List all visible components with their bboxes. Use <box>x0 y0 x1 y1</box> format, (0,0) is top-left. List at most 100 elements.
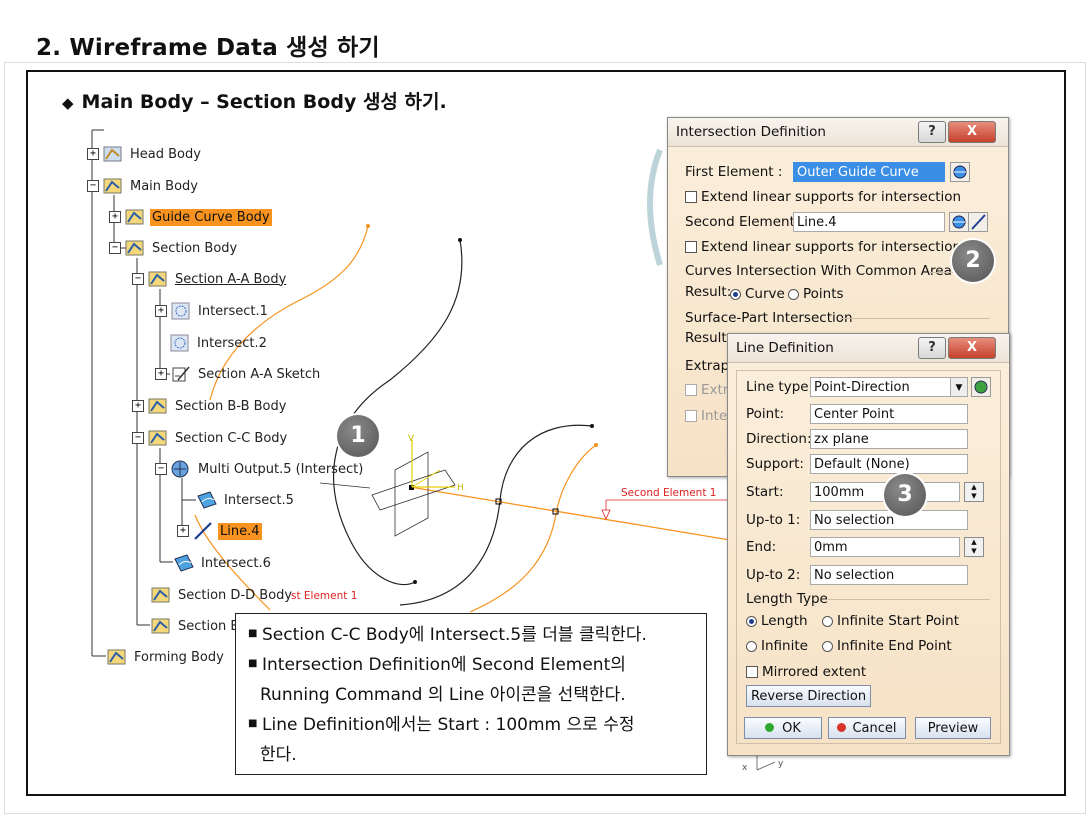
radio-icon[interactable] <box>730 288 741 300</box>
line-type-select[interactable]: Point-Direction ▼ <box>810 377 968 397</box>
preview-button[interactable]: Preview <box>915 717 991 739</box>
tree-node-intersect-2[interactable]: Intersect.2 <box>169 332 269 354</box>
checkbox-icon[interactable] <box>685 191 697 203</box>
close-button[interactable]: X <box>948 337 996 359</box>
tree-node-section-cc-body[interactable]: − Section C-C Body <box>132 427 289 449</box>
tree-node-intersect-6[interactable]: Intersect.6 <box>173 552 273 574</box>
expand-icon[interactable]: + <box>87 148 99 160</box>
tree-label: Multi Output.5 (Intersect) <box>198 461 364 477</box>
upto1-field[interactable]: No selection <box>810 510 968 530</box>
tree-node-guide-curve-body[interactable]: + Guide Curve Body <box>109 206 272 228</box>
tree-node-section-dd-body[interactable]: Section D-D Body <box>150 584 294 606</box>
intersect-icon <box>170 334 189 352</box>
body-icon <box>125 209 144 225</box>
collapse-icon[interactable]: − <box>132 273 144 285</box>
tree-label: Forming Body <box>134 649 224 665</box>
tree-label: Line.4 <box>218 522 262 540</box>
first-element-label: First Element : <box>685 164 783 180</box>
line-definition-dialog: Line Definition ? X Line type : Point-Di… <box>727 333 1010 756</box>
infinite-end-radio[interactable]: Infinite End Point <box>822 638 952 654</box>
checkbox-icon[interactable] <box>746 666 758 678</box>
help-button[interactable]: ? <box>918 121 946 143</box>
tree-node-forming-body[interactable]: Forming Body <box>106 646 226 668</box>
expand-icon[interactable]: + <box>109 211 121 223</box>
radio-icon[interactable] <box>788 288 799 300</box>
collapse-icon[interactable]: − <box>109 242 121 254</box>
tree-label: Guide Curve Body <box>150 208 272 226</box>
extend-linear-checkbox-2[interactable]: Extend linear supports for intersection <box>685 239 961 255</box>
expand-icon[interactable]: + <box>155 305 167 317</box>
axis-h-label: H <box>457 483 464 493</box>
tree-node-head-body[interactable]: + Head Body <box>87 143 203 165</box>
line-command-icon[interactable] <box>968 212 988 232</box>
direction-field[interactable]: zx plane <box>810 429 968 449</box>
multi-output-icon <box>171 460 189 478</box>
tree-node-section-aa-sketch[interactable]: + Section A-A Sketch <box>155 363 322 385</box>
length-radio[interactable]: Length <box>746 613 808 629</box>
start-stepper[interactable]: ▲ ▼ <box>964 482 984 502</box>
tree-label: Intersect.1 <box>198 303 268 319</box>
tree-label: Section Body <box>152 240 238 256</box>
chevron-down-icon[interactable]: ▼ <box>950 378 967 396</box>
expand-icon[interactable]: + <box>177 525 189 537</box>
collapse-icon[interactable]: − <box>155 463 167 475</box>
result-curve-radio[interactable]: Curve <box>730 286 785 302</box>
upto2-field[interactable]: No selection <box>810 565 968 585</box>
element-picker-icon[interactable] <box>950 162 970 182</box>
expand-icon[interactable]: + <box>155 368 167 380</box>
cancel-icon <box>837 723 847 732</box>
mirrored-extent-checkbox[interactable]: Mirrored extent <box>746 664 866 680</box>
point-field[interactable]: Center Point <box>810 404 968 424</box>
dialog-titlebar[interactable]: Line Definition ? X <box>728 334 1009 363</box>
tree-label: Section B-B Body <box>175 398 287 414</box>
support-field[interactable]: Default (None) <box>810 454 968 474</box>
infinite-start-radio[interactable]: Infinite Start Point <box>822 613 959 629</box>
intersection-checkbox[interactable]: Inter <box>685 408 733 424</box>
tree-node-line-4[interactable]: + Line.4 <box>177 520 262 542</box>
expand-icon[interactable]: + <box>132 400 144 412</box>
radio-icon[interactable] <box>822 615 833 627</box>
second-element-field[interactable]: Line.4 <box>793 212 945 232</box>
tree-node-intersect-5[interactable]: Intersect.5 <box>196 489 296 511</box>
note-item-3-cont: 한다. <box>260 745 297 765</box>
tree-node-section-bb-body[interactable]: + Section B-B Body <box>132 395 288 417</box>
tree-node-section-e[interactable]: Section E <box>150 615 241 637</box>
tree-node-multi-output-5[interactable]: − Multi Output.5 (Intersect) <box>155 458 365 480</box>
line-options-icon[interactable] <box>971 377 991 397</box>
cancel-button[interactable]: Cancel <box>828 717 906 739</box>
intersect-surface-icon <box>174 554 194 572</box>
dialog-titlebar[interactable]: Intersection Definition ? X <box>668 118 1008 147</box>
tree-node-intersect-1[interactable]: + Intersect.1 <box>155 300 270 322</box>
cancel-label: Cancel <box>852 721 897 736</box>
radio-label: Points <box>803 286 844 302</box>
axis-x-label: x <box>742 763 748 773</box>
result-points-radio[interactable]: Points <box>788 286 844 302</box>
collapse-icon[interactable]: − <box>87 180 99 192</box>
extend-linear-checkbox-1[interactable]: Extend linear supports for intersection <box>685 189 961 205</box>
radio-icon[interactable] <box>822 640 833 652</box>
checkbox-icon[interactable] <box>685 241 697 253</box>
end-field[interactable]: 0mm <box>810 537 960 557</box>
tree-node-section-body[interactable]: − Section Body <box>109 237 239 259</box>
close-button[interactable]: X <box>948 121 996 143</box>
collapse-icon[interactable]: − <box>132 432 144 444</box>
radio-icon[interactable] <box>746 615 757 627</box>
start-label: Start: <box>746 484 784 500</box>
tree-node-section-aa-body[interactable]: − Section A-A Body <box>132 268 288 290</box>
tree-node-main-body[interactable]: − Main Body <box>87 175 200 197</box>
tree-label: Section E <box>178 618 239 634</box>
ok-button[interactable]: OK <box>744 717 822 739</box>
help-button[interactable]: ? <box>918 337 946 359</box>
end-stepper[interactable]: ▲ ▼ <box>964 537 984 557</box>
radio-label: Infinite Start Point <box>837 613 960 629</box>
checkbox-icon[interactable] <box>685 384 697 396</box>
first-element-field[interactable]: Outer Guide Curve <box>793 162 945 182</box>
element-picker-icon[interactable] <box>949 212 969 232</box>
body-icon <box>148 271 167 287</box>
infinite-radio[interactable]: Infinite <box>746 638 808 654</box>
axis-y-label: y <box>778 759 784 769</box>
axis-v-label: V <box>408 434 415 444</box>
reverse-direction-button[interactable]: Reverse Direction <box>746 685 871 707</box>
radio-icon[interactable] <box>746 640 757 652</box>
checkbox-icon[interactable] <box>685 410 697 422</box>
